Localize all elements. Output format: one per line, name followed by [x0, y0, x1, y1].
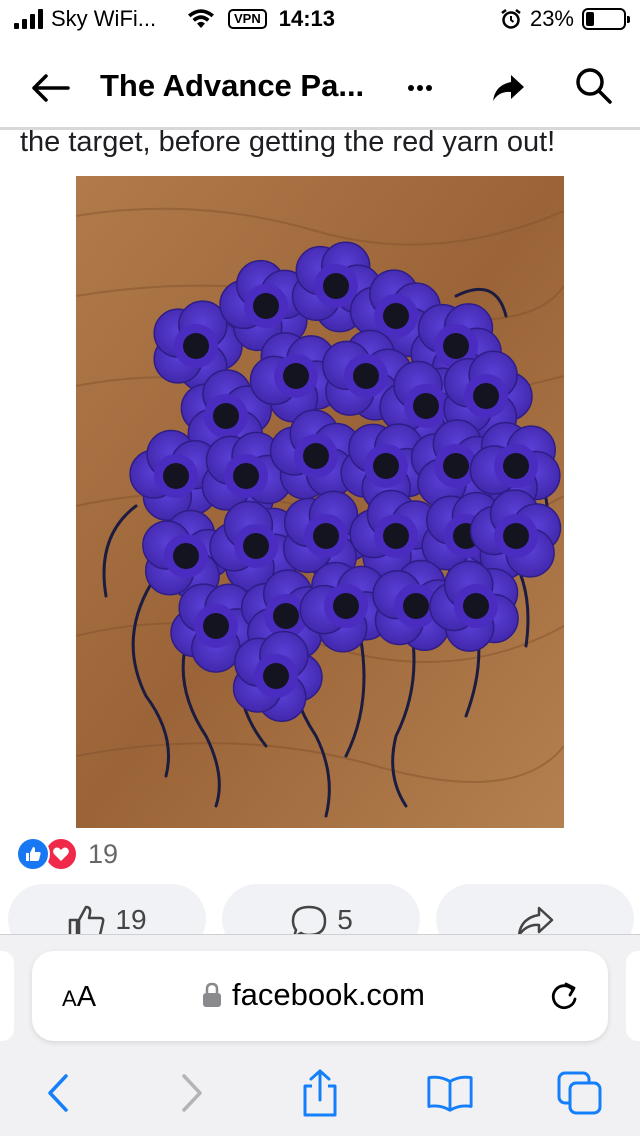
status-left: Sky WiFi...: [14, 6, 156, 32]
vpn-badge: VPN: [228, 9, 267, 29]
status-mid: VPN 14:13: [186, 6, 335, 32]
tabs-button[interactable]: [556, 1069, 604, 1117]
wifi-icon: [188, 9, 214, 28]
browser-forward-button[interactable]: [168, 1069, 216, 1117]
search-button[interactable]: [572, 64, 616, 108]
battery-percent: 23%: [529, 6, 574, 31]
tabs-icon: [557, 1071, 602, 1115]
browser-toolbar: [0, 1061, 640, 1121]
reaction-summary[interactable]: 19: [16, 836, 118, 872]
back-chevron-icon: [48, 1074, 68, 1112]
more-dots-icon: [408, 85, 432, 91]
url-text: facebook.com: [232, 977, 425, 1012]
address-bar[interactable]: AA facebook.com: [32, 951, 608, 1041]
browser-chrome: AA facebook.com: [0, 934, 640, 1136]
lock-icon: [203, 982, 221, 1007]
aa-big-label: A: [76, 981, 97, 1013]
clock-time: 14:13: [278, 6, 336, 31]
more-options-button[interactable]: [398, 68, 442, 108]
page-header: The Advance Pa...: [0, 48, 640, 130]
search-icon: [576, 68, 612, 104]
share-button[interactable]: [486, 66, 530, 110]
bookmarks-icon: [427, 1075, 473, 1112]
post-photo[interactable]: [76, 176, 564, 828]
battery-icon: [582, 8, 630, 30]
reaction-count: 19: [88, 838, 119, 869]
reader-text-size-button[interactable]: AA: [62, 981, 96, 1014]
status-right: 23%: [500, 6, 630, 32]
like-reaction-icon: [16, 837, 50, 871]
previous-tab-peek[interactable]: [0, 951, 14, 1041]
share-sheet-icon: [303, 1069, 337, 1117]
page-title: The Advance Pa...: [100, 68, 365, 103]
cellular-signal-icon: [14, 9, 43, 29]
carrier-name: Sky WiFi...: [51, 6, 157, 31]
reload-icon: [551, 982, 577, 1009]
aa-small-label: A: [62, 986, 77, 1011]
forward-chevron-icon: [182, 1074, 202, 1112]
url-display[interactable]: facebook.com: [202, 977, 425, 1013]
back-arrow-icon: [32, 74, 70, 102]
alarm-icon: [501, 9, 521, 29]
reload-button[interactable]: [546, 979, 582, 1015]
bookmarks-button[interactable]: [426, 1069, 474, 1117]
back-button[interactable]: [26, 66, 74, 110]
crochet-poppies-photo: [76, 176, 564, 828]
browser-back-button[interactable]: [34, 1069, 82, 1117]
share-arrow-icon: [493, 75, 524, 101]
battery-fill: [586, 12, 595, 26]
post-text: the target, before getting the red yarn …: [20, 126, 556, 158]
browser-share-button[interactable]: [296, 1069, 344, 1117]
next-tab-peek[interactable]: [626, 951, 640, 1041]
comment-count: 5: [337, 904, 353, 935]
like-count: 19: [115, 904, 147, 935]
status-bar: Sky WiFi... VPN 14:13 23%: [0, 0, 640, 42]
